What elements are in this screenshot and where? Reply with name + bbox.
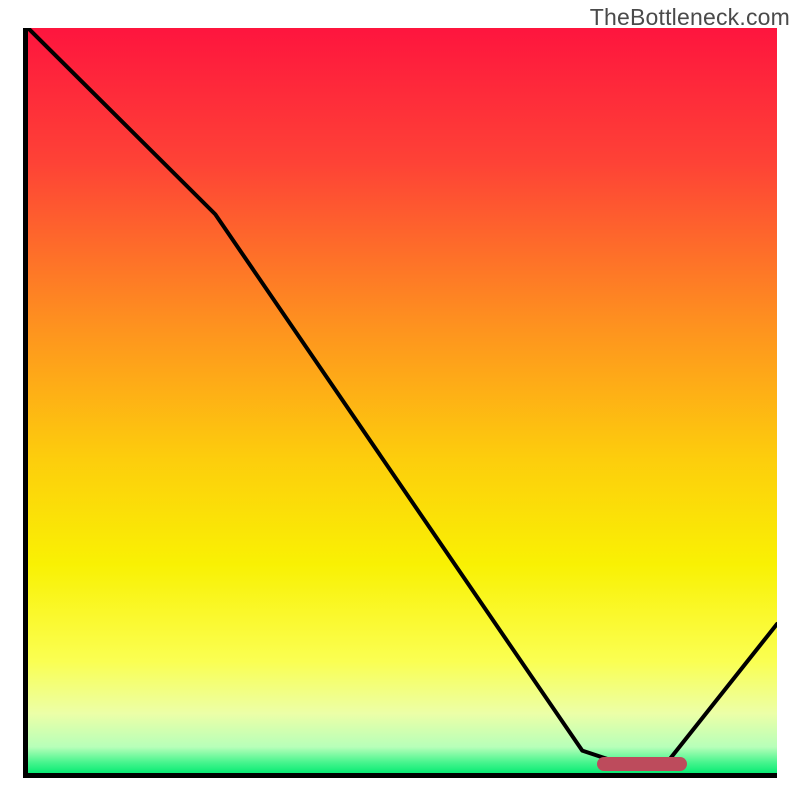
optimal-range-marker xyxy=(597,757,687,771)
attribution-text: TheBottleneck.com xyxy=(590,4,790,31)
plot-frame xyxy=(23,28,777,778)
data-curve xyxy=(28,28,777,773)
chart-container: TheBottleneck.com xyxy=(0,0,800,800)
